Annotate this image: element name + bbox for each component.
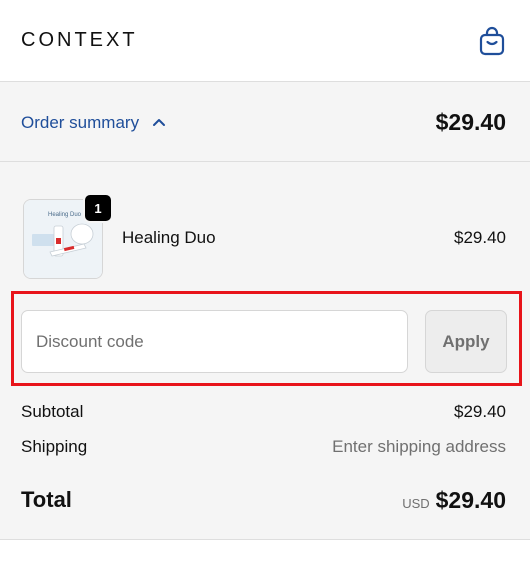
shipping-value: Enter shipping address	[332, 437, 506, 456]
shopping-bag-icon[interactable]	[478, 26, 506, 56]
chevron-up-icon	[153, 119, 165, 126]
site-header: CONTEXT	[0, 0, 530, 82]
total-amount-group: USD $29.40	[402, 487, 506, 514]
order-summary-label: Order summary	[21, 113, 140, 132]
brand-logo[interactable]: CONTEXT	[21, 29, 138, 52]
total-label: Total	[21, 487, 72, 512]
subtotal-label: Subtotal	[21, 402, 84, 421]
order-summary-panel: Healing Duo 1 Healing Duo $29.40 Apply S…	[0, 162, 530, 540]
total-amount: $29.40	[435, 487, 506, 513]
product-name: Healing Duo	[122, 228, 216, 247]
order-summary-total: $29.40	[435, 109, 506, 135]
subtotal-value: $29.40	[454, 402, 506, 421]
quantity-badge: 1	[83, 193, 113, 223]
discount-code-input[interactable]	[21, 310, 408, 373]
product-price: $29.40	[454, 228, 506, 247]
order-summary-toggle[interactable]: Order summary $29.40	[0, 82, 530, 162]
thumbnail-label: Healing Duo	[48, 212, 82, 218]
shipping-label: Shipping	[21, 437, 88, 456]
apply-discount-button[interactable]: Apply	[425, 310, 507, 373]
currency-code: USD	[402, 496, 430, 511]
